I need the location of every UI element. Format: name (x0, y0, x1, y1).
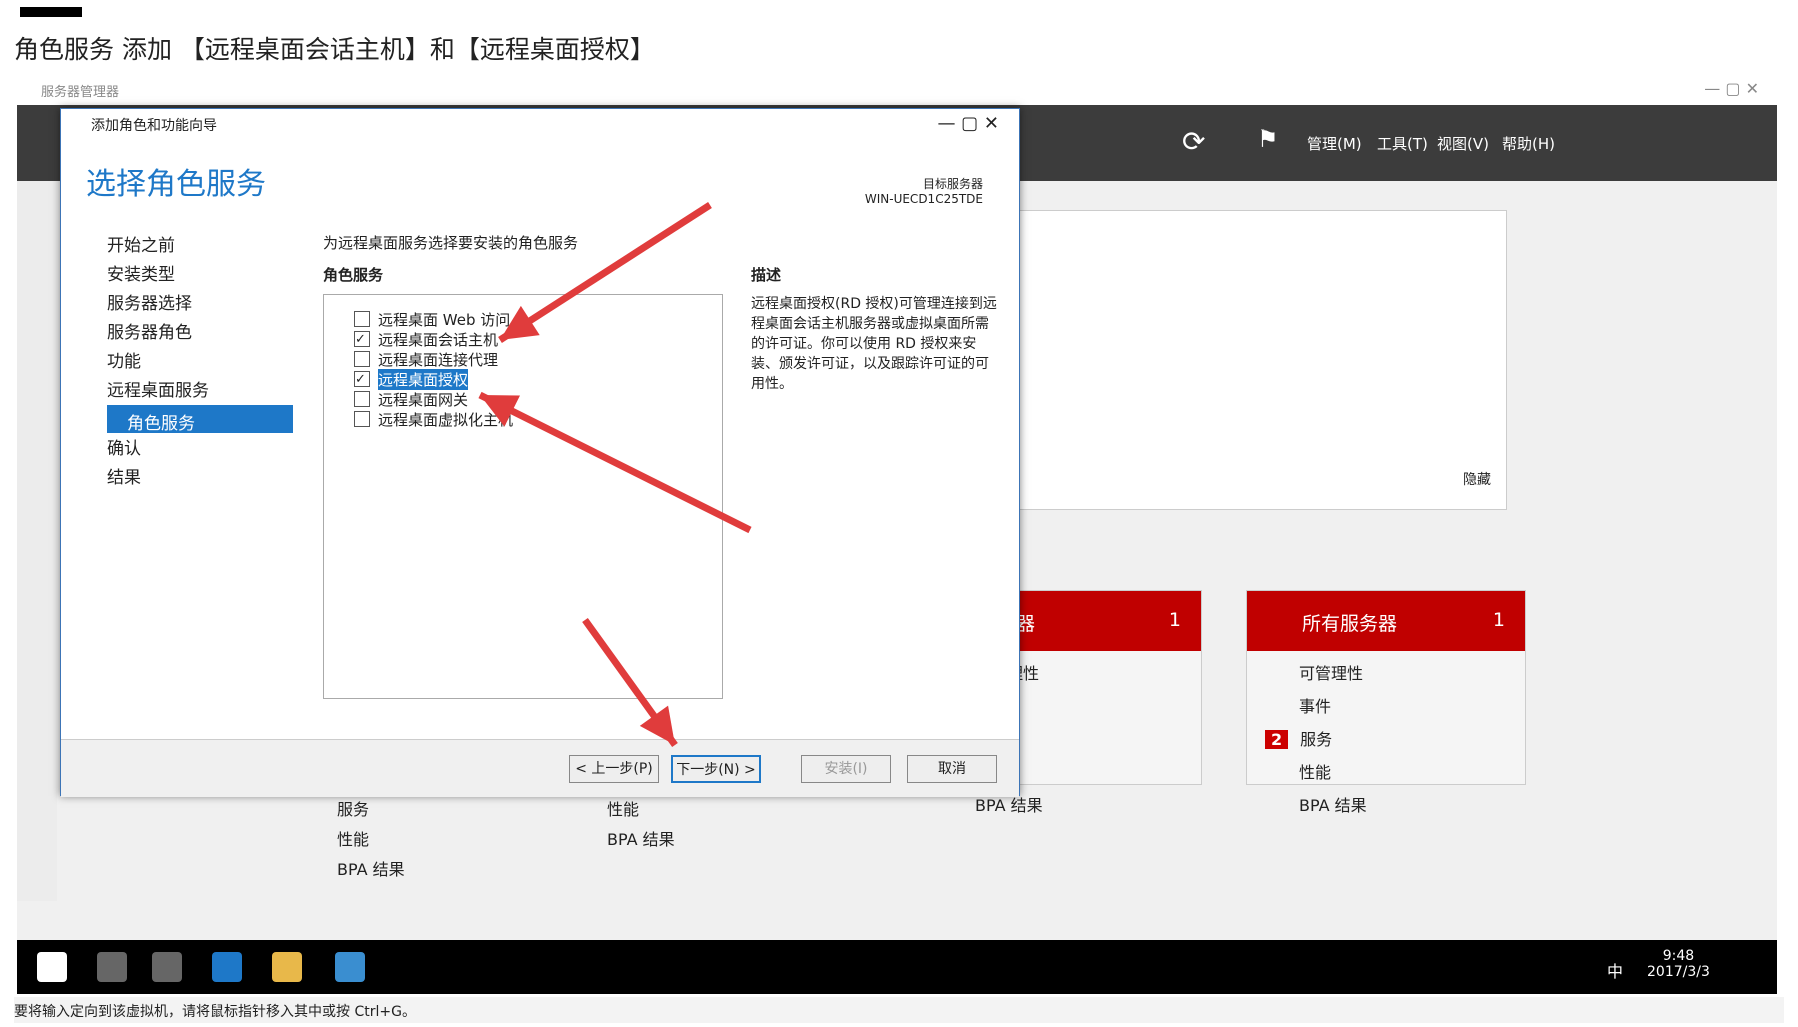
annotation-arrows (478, 202, 752, 748)
arrow-shaft (478, 391, 752, 534)
arrow-head (500, 305, 540, 340)
arrow-head (639, 705, 675, 745)
arrow-shaft (498, 202, 712, 343)
